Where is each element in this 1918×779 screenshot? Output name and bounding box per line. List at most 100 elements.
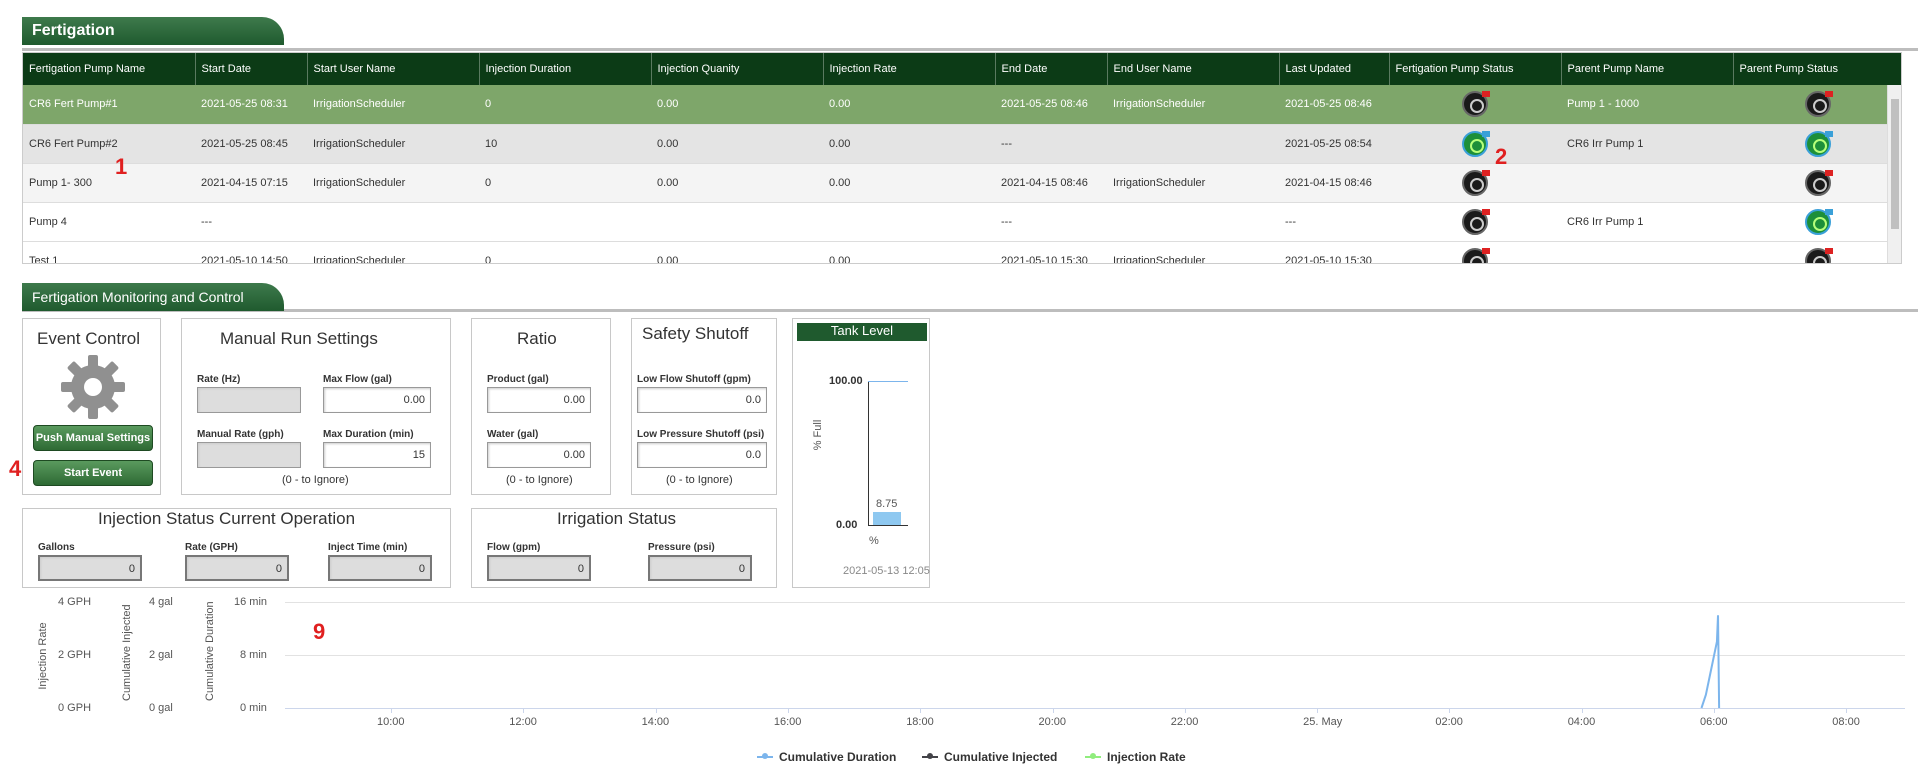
column-header[interactable]: Parent Pump Name (1561, 53, 1734, 85)
table-row[interactable]: Test 1 2021-05-10 14:50 IrrigationSchedule… (23, 241, 1901, 263)
table-row[interactable]: CR6 Fert Pump#2 2021-05-25 08:45 Irrigatio… (23, 124, 1901, 164)
legend-item[interactable]: Cumulative Injected (922, 750, 1057, 764)
pump-on-icon[interactable] (1462, 130, 1490, 157)
pump-off-icon[interactable] (1462, 169, 1490, 196)
series-line (1700, 615, 1721, 709)
column-header[interactable]: Last Updated (1279, 53, 1390, 85)
manual-run-title: Manual Run Settings (220, 329, 378, 348)
gallons-field: 0 (38, 555, 142, 581)
column-header[interactable]: Injection Quanity (651, 53, 824, 85)
water-input[interactable]: 0.00 (487, 442, 591, 468)
table-cell (823, 202, 995, 242)
tank-value-label: 8.75 (876, 498, 898, 511)
tank-bottom-line (868, 525, 908, 526)
legend-label: Cumulative Duration (779, 750, 897, 764)
column-header[interactable]: Parent Pump Status (1733, 53, 1901, 85)
column-header[interactable]: End User Name (1107, 53, 1280, 85)
injected-tick-bottom: 0 gal (149, 702, 173, 714)
table-cell: 2021-05-25 08:46 (1279, 85, 1389, 125)
inject-time-field: 0 (328, 555, 432, 581)
event-control-panel: Event Control Push Manual Settings Start… (22, 318, 161, 495)
status-flag-icon (1482, 130, 1490, 137)
irrigation-status-panel: Irrigation Status Flow (gpm) 0 Pressure … (471, 508, 777, 588)
fertigation-pump-status-cell (1389, 124, 1561, 164)
parent-pump-status-cell (1733, 202, 1901, 242)
x-tick-label: 10:00 (377, 716, 405, 728)
status-flag-icon (1825, 247, 1833, 254)
legend-marker-icon (922, 753, 938, 759)
x-tick-label: 18:00 (906, 716, 934, 728)
pump-off-icon[interactable] (1462, 208, 1490, 235)
legend-item[interactable]: Cumulative Duration (757, 750, 896, 764)
table-cell: 0.00 (651, 163, 823, 203)
table-cell: --- (195, 202, 307, 242)
column-header[interactable]: End Date (995, 53, 1108, 85)
column-header[interactable]: Fertigation Pump Name (23, 53, 196, 85)
duration-tick-mid: 8 min (240, 649, 267, 661)
tank-top-line (868, 381, 908, 382)
parent-pump-status-cell (1733, 163, 1901, 203)
event-control-title: Event Control (37, 329, 140, 348)
pump-off-icon[interactable] (1805, 247, 1833, 263)
low-flow-input[interactable]: 0.0 (637, 387, 767, 413)
low-pressure-input[interactable]: 0.0 (637, 442, 767, 468)
max-duration-input[interactable]: 15 (323, 442, 431, 468)
pump-off-icon[interactable] (1462, 91, 1490, 118)
push-manual-settings-button[interactable]: Push Manual Settings (33, 425, 153, 451)
table-cell: CR6 Fert Pump#1 (23, 85, 195, 125)
column-header[interactable]: Start User Name (307, 53, 480, 85)
table-cell: --- (995, 124, 1107, 164)
duration-tick-bottom: 0 min (240, 702, 267, 714)
column-header[interactable]: Start Date (195, 53, 308, 85)
pump-off-icon[interactable] (1805, 169, 1833, 196)
table-cell: 0.00 (823, 85, 995, 125)
rate-input[interactable] (197, 387, 301, 413)
pressure-field: 0 (648, 555, 752, 581)
table-cell: Pump 1- 300 (23, 163, 195, 203)
ratio-note: (0 - to Ignore) (506, 474, 573, 486)
table-cell: 0 (479, 85, 651, 125)
table-cell: IrrigationScheduler (307, 241, 479, 263)
column-header[interactable]: Fertigation Pump Status (1389, 53, 1562, 85)
x-tick-label: 04:00 (1567, 716, 1596, 728)
start-event-button[interactable]: Start Event (33, 460, 153, 486)
legend-item[interactable]: Injection Rate (1085, 750, 1186, 764)
marker-2: 2 (1495, 144, 1508, 169)
table-cell: 2021-04-15 08:46 (995, 163, 1107, 203)
ratio-panel: Ratio Product (gal) 0.00 Water (gal) 0.0… (471, 318, 611, 495)
manual-rate-input[interactable] (197, 442, 301, 468)
scrollbar-thumb[interactable] (1891, 99, 1899, 229)
water-label: Water (gal) (487, 429, 539, 440)
table-cell: 0.00 (651, 241, 823, 263)
column-header[interactable]: Injection Duration (479, 53, 652, 85)
rate-label: Rate (Hz) (197, 374, 241, 385)
pump-on-icon[interactable] (1805, 130, 1833, 157)
flow-field: 0 (487, 555, 591, 581)
table-cell: 10 (479, 124, 651, 164)
flow-label: Flow (gpm) (487, 542, 541, 553)
section-title-monitoring: Fertigation Monitoring and Control (22, 283, 284, 311)
injected-tick-top: 4 gal (149, 596, 173, 608)
rate-gph-label: Rate (GPH) (185, 542, 238, 553)
column-header[interactable]: Injection Rate (823, 53, 996, 85)
cumulative-injected-axis-label: Cumulative Injected (121, 604, 133, 701)
x-tick-label: 20:00 (1038, 716, 1067, 728)
product-input[interactable]: 0.00 (487, 387, 591, 413)
rate-tick-bottom: 0 GPH (58, 702, 92, 714)
table-scrollbar[interactable] (1887, 85, 1901, 263)
table-row[interactable]: Pump 1- 300 2021-04-15 07:15 IrrigationSch… (23, 163, 1901, 203)
table-cell: CR6 Irr Pump 1 (1561, 124, 1733, 164)
table-cell (1561, 241, 1733, 263)
x-tick-label: 22:00 (1170, 716, 1199, 728)
pump-off-icon[interactable] (1462, 247, 1490, 263)
max-flow-label: Max Flow (gal) (323, 374, 392, 385)
pump-off-icon[interactable] (1805, 91, 1833, 118)
status-flag-icon (1482, 247, 1490, 254)
pump-on-icon[interactable] (1805, 208, 1833, 235)
tank-level-bar (873, 512, 901, 525)
table-row[interactable]: Pump 4 --- --- --- CR6 Irr Pump 1 (23, 202, 1901, 242)
max-flow-input[interactable]: 0.00 (323, 387, 431, 413)
table-row[interactable]: CR6 Fert Pump#1 2021-05-25 08:31 Irrigatio… (23, 85, 1901, 125)
injection-status-panel: Injection Status Current Operation Gallo… (22, 508, 451, 588)
table-cell: 2021-05-25 08:46 (995, 85, 1107, 125)
